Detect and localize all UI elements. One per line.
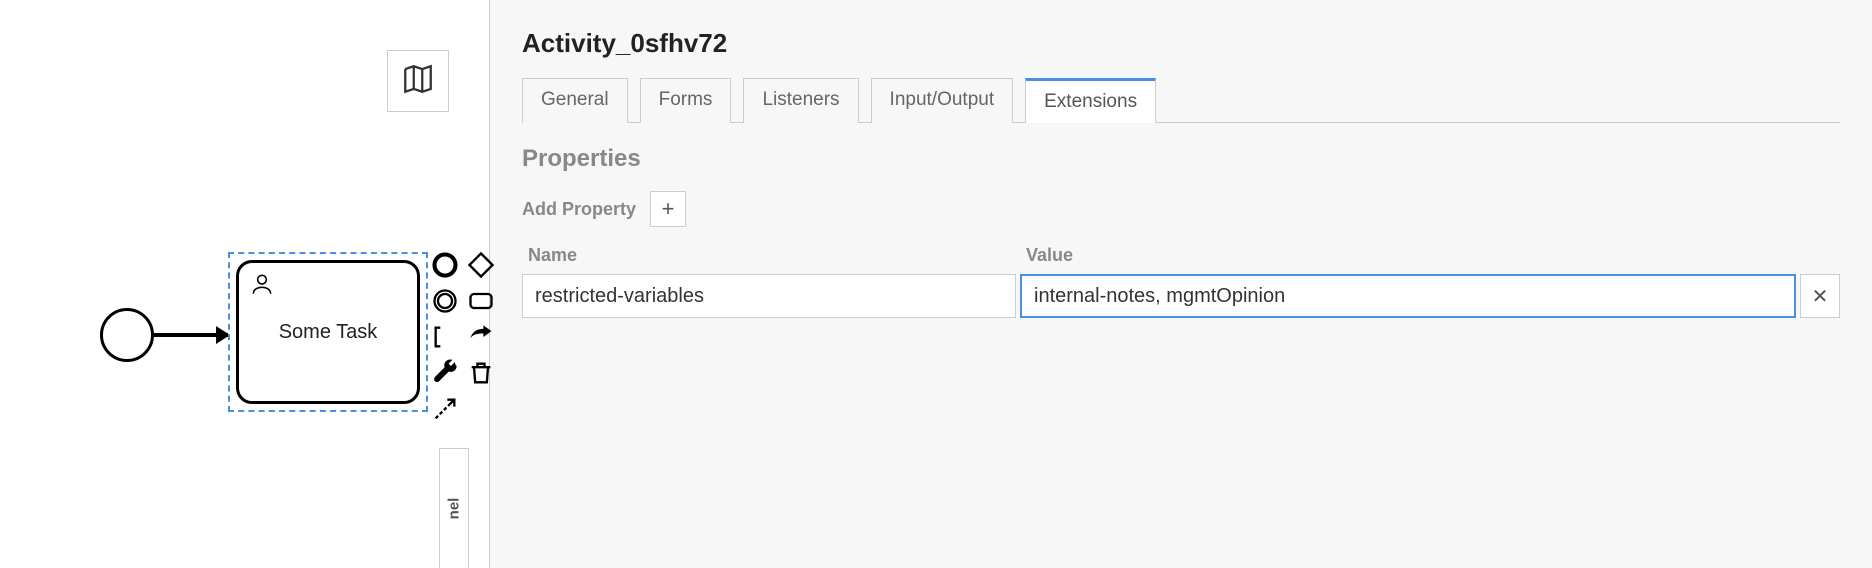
tab-extensions[interactable]: Extensions	[1025, 78, 1156, 123]
bpmn-diagram[interactable]: Some Task	[100, 260, 500, 460]
properties-table: Name Value ✕	[522, 245, 1840, 318]
append-end-event-icon[interactable]	[430, 250, 460, 280]
collapse-label: nel	[446, 498, 463, 520]
delete-icon[interactable]	[466, 358, 496, 388]
add-property-label: Add Property	[522, 199, 636, 220]
annotation-icon[interactable]	[430, 322, 460, 352]
properties-header: Name Value	[522, 245, 1840, 274]
column-value: Value	[1026, 245, 1794, 266]
property-row: ✕	[522, 274, 1840, 318]
properties-tabs: General Forms Listeners Input/Output Ext…	[522, 77, 1840, 123]
connect-icon[interactable]	[430, 394, 460, 424]
entity-title: Activity_0sfhv72	[522, 28, 1840, 59]
property-name-input[interactable]	[522, 274, 1016, 318]
panel-collapse-handle[interactable]: nel	[439, 448, 469, 568]
wrench-icon[interactable]	[430, 358, 460, 388]
user-icon	[249, 271, 275, 302]
append-gateway-icon[interactable]	[466, 250, 496, 280]
minimap-toggle[interactable]	[387, 50, 449, 112]
tab-input-output[interactable]: Input/Output	[871, 78, 1014, 123]
start-event[interactable]	[100, 308, 154, 362]
add-property-row: Add Property +	[522, 191, 1840, 227]
plus-icon: +	[662, 198, 675, 220]
add-property-button[interactable]: +	[650, 191, 686, 227]
change-type-icon[interactable]	[466, 322, 496, 352]
section-title: Properties	[522, 145, 1840, 173]
tab-forms[interactable]: Forms	[640, 78, 732, 123]
append-intermediate-event-icon[interactable]	[430, 286, 460, 316]
property-value-input[interactable]	[1020, 274, 1796, 318]
tab-general[interactable]: General	[522, 78, 628, 123]
close-icon: ✕	[1812, 284, 1829, 309]
append-task-icon[interactable]	[466, 286, 496, 316]
delete-property-button[interactable]: ✕	[1800, 274, 1840, 318]
column-actions	[1794, 245, 1834, 266]
column-name: Name	[528, 245, 1026, 266]
task-label: Some Task	[279, 321, 378, 344]
context-pad	[430, 250, 500, 430]
map-icon	[401, 62, 435, 101]
diagram-canvas[interactable]: Some Task	[0, 0, 490, 568]
sequence-flow[interactable]	[154, 333, 228, 337]
app-root: Some Task	[0, 0, 1872, 568]
tab-listeners[interactable]: Listeners	[743, 78, 858, 123]
user-task[interactable]: Some Task	[236, 260, 420, 404]
properties-panel: Activity_0sfhv72 General Forms Listeners…	[490, 0, 1872, 568]
